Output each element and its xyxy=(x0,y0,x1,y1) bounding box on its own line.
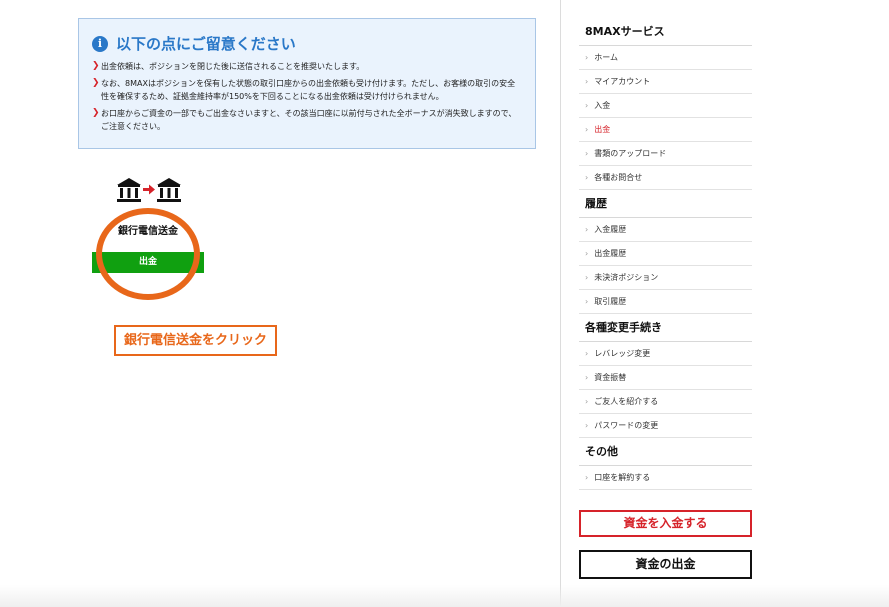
sidebar-item-label: 書類のアップロード xyxy=(594,149,667,158)
sidebar-item-label: 入金 xyxy=(594,101,611,110)
bottom-fade xyxy=(0,585,889,607)
sidebar-item-label: マイアカウント xyxy=(594,77,651,86)
bank-withdraw-button[interactable]: 出金 xyxy=(92,252,204,273)
sidebar-item-label: レバレッジ変更 xyxy=(594,349,651,358)
click-instruction-callout: 銀行電信送金をクリック xyxy=(114,325,278,356)
sidebar-heading-history: 履歴 xyxy=(579,190,752,218)
sidebar-heading-services: 8MAXサービス xyxy=(579,18,752,46)
sidebar-heading-procedures: 各種変更手続き xyxy=(579,314,752,342)
sidebar-item-home[interactable]: › ホーム xyxy=(579,46,752,70)
sidebar-item-document-upload[interactable]: › 書類のアップロード xyxy=(579,142,752,166)
sidebar-heading-other: その他 xyxy=(579,438,752,466)
notice-list: ❯ 出金依頼は、ポジションを閉じた後に送信されることを推奨いたします。 ❯ なお… xyxy=(92,60,523,133)
sidebar-item-label: 出金 xyxy=(594,125,611,134)
notice-header: i 以下の点にご留意ください xyxy=(92,33,523,54)
chevron-right-icon: › xyxy=(585,53,589,62)
chevron-right-icon: › xyxy=(585,225,589,234)
sidebar-item-close-account[interactable]: › 口座を解約する xyxy=(579,466,752,490)
sidebar-item-inquiries[interactable]: › 各種お問合せ xyxy=(579,166,752,190)
notice-item-text: 出金依頼は、ポジションを閉じた後に送信されることを推奨いたします。 xyxy=(101,62,365,71)
arrow-right-icon xyxy=(143,184,155,195)
sidebar-item-label: 未決済ポジション xyxy=(594,273,659,282)
sidebar-item-deposit[interactable]: › 入金 xyxy=(579,94,752,118)
info-icon: i xyxy=(92,35,108,52)
chevron-right-icon: › xyxy=(585,249,589,258)
sidebar-item-label: 口座を解約する xyxy=(594,473,651,482)
sidebar-item-label: 各種お問合せ xyxy=(594,173,643,182)
notice-box: i 以下の点にご留意ください ❯ 出金依頼は、ポジションを閉じた後に送信されるこ… xyxy=(78,18,536,149)
sidebar-item-leverage-change[interactable]: › レバレッジ変更 xyxy=(579,342,752,366)
withdrawal-page: i 以下の点にご留意ください ❯ 出金依頼は、ポジションを閉じた後に送信されるこ… xyxy=(0,0,889,607)
sidebar-item-withdraw-history[interactable]: › 出金履歴 xyxy=(579,242,752,266)
bank-icon xyxy=(157,178,181,202)
bank-transfer-icon xyxy=(117,178,181,202)
withdraw-funds-button[interactable]: 資金の出金 xyxy=(579,550,752,579)
chevron-right-icon: › xyxy=(585,173,589,182)
sidebar-item-password-change[interactable]: › パスワードの変更 xyxy=(579,414,752,438)
sidebar-item-refer-friend[interactable]: › ご友人を紹介する xyxy=(579,390,752,414)
sidebar-item-deposit-history[interactable]: › 入金履歴 xyxy=(579,218,752,242)
chevron-right-icon: ❯ xyxy=(92,61,100,71)
sidebar: 8MAXサービス › ホーム › マイアカウント › 入金 › 出金 › 書類のアップロー… xyxy=(579,18,752,579)
bank-transfer-label: 銀行電信送金 xyxy=(118,226,178,237)
notice-item: ❯ 出金依頼は、ポジションを閉じた後に送信されることを推奨いたします。 xyxy=(92,60,523,73)
bank-icon xyxy=(117,178,141,202)
chevron-right-icon: › xyxy=(585,373,589,382)
sidebar-item-label: ご友人を紹介する xyxy=(594,397,659,406)
chevron-right-icon: › xyxy=(585,101,589,110)
notice-item-text: なお、8MAXはポジションを保有した状態の取引口座からの出金依頼も受け付けます。… xyxy=(101,79,516,101)
chevron-right-icon: › xyxy=(585,273,589,282)
deposit-funds-button[interactable]: 資金を入金する xyxy=(579,510,752,537)
sidebar-item-label: ホーム xyxy=(594,53,618,62)
notice-item-text: お口座からご資金の一部でもご出金なさいますと、その該当口座に以前付与された全ボー… xyxy=(101,109,517,131)
chevron-right-icon: › xyxy=(585,149,589,158)
sidebar-item-withdraw[interactable]: › 出金 xyxy=(579,118,752,142)
sidebar-item-label: 資金振替 xyxy=(594,373,627,382)
sidebar-item-label: 取引履歴 xyxy=(594,297,627,306)
chevron-right-icon: › xyxy=(585,397,589,406)
chevron-right-icon: › xyxy=(585,125,589,134)
chevron-right-icon: › xyxy=(585,473,589,482)
chevron-right-icon: › xyxy=(585,297,589,306)
sidebar-item-label: パスワードの変更 xyxy=(594,421,659,430)
sidebar-divider xyxy=(560,0,561,607)
chevron-right-icon: ❯ xyxy=(92,78,100,88)
sidebar-item-my-account[interactable]: › マイアカウント xyxy=(579,70,752,94)
chevron-right-icon: › xyxy=(585,421,589,430)
sidebar-item-label: 出金履歴 xyxy=(594,249,627,258)
chevron-right-icon: › xyxy=(585,349,589,358)
notice-title: 以下の点にご留意ください xyxy=(116,35,296,53)
sidebar-item-label: 入金履歴 xyxy=(594,225,627,234)
chevron-right-icon: › xyxy=(585,77,589,86)
sidebar-item-trade-history[interactable]: › 取引履歴 xyxy=(579,290,752,314)
notice-item: ❯ お口座からご資金の一部でもご出金なさいますと、その該当口座に以前付与された全… xyxy=(92,107,523,133)
sidebar-item-open-positions[interactable]: › 未決済ポジション xyxy=(579,266,752,290)
sidebar-item-fund-transfer[interactable]: › 資金振替 xyxy=(579,366,752,390)
chevron-right-icon: ❯ xyxy=(92,108,100,118)
notice-item: ❯ なお、8MAXはポジションを保有した状態の取引口座からの出金依頼も受け付けま… xyxy=(92,77,523,103)
